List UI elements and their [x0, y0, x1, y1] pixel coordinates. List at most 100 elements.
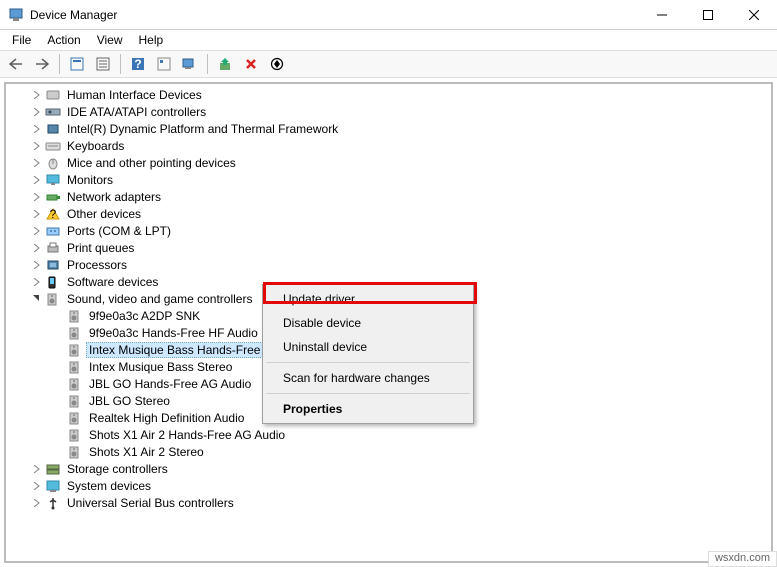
expand-icon[interactable]	[30, 499, 44, 507]
tree-category[interactable]: Mice and other pointing devices	[10, 154, 771, 171]
help-button[interactable]: ?	[126, 53, 150, 75]
cpu-icon	[44, 258, 62, 272]
tree-category[interactable]: Keyboards	[10, 137, 771, 154]
category-label: Storage controllers	[64, 461, 171, 477]
tree-category[interactable]: IDE ATA/ATAPI controllers	[10, 103, 771, 120]
tree-category[interactable]: Network adapters	[10, 188, 771, 205]
speaker-icon	[66, 309, 84, 323]
port-icon	[44, 224, 62, 238]
menu-action[interactable]: Action	[39, 31, 88, 49]
tree-category[interactable]: Processors	[10, 256, 771, 273]
speaker-icon	[66, 326, 84, 340]
menu-view[interactable]: View	[89, 31, 131, 49]
tree-device[interactable]: Shots X1 Air 2 Hands-Free AG Audio	[10, 426, 771, 443]
category-label: Universal Serial Bus controllers	[64, 495, 237, 511]
collapse-icon[interactable]	[30, 295, 44, 303]
tree-category[interactable]: Storage controllers	[10, 460, 771, 477]
storage-icon	[44, 462, 62, 476]
expand-icon[interactable]	[30, 244, 44, 252]
speaker-icon	[66, 394, 84, 408]
category-label: Ports (COM & LPT)	[64, 223, 174, 239]
ctx-properties[interactable]: Properties	[265, 397, 471, 421]
expand-icon[interactable]	[30, 125, 44, 133]
category-label: Software devices	[64, 274, 161, 290]
tree-category[interactable]: Ports (COM & LPT)	[10, 222, 771, 239]
tree-device[interactable]: Shots X1 Air 2 Stereo	[10, 443, 771, 460]
maximize-button[interactable]	[685, 0, 731, 30]
toolbar-separator	[59, 54, 60, 74]
category-label: Processors	[64, 257, 130, 273]
toolbar-separator	[120, 54, 121, 74]
menu-bar: File Action View Help	[0, 30, 777, 50]
ide-icon	[44, 105, 62, 119]
keyboard-icon	[44, 139, 62, 153]
window-controls	[639, 0, 777, 30]
category-label: Monitors	[64, 172, 116, 188]
speaker-icon	[44, 292, 62, 306]
forward-button[interactable]	[30, 53, 54, 75]
expand-icon[interactable]	[30, 159, 44, 167]
uninstall-button[interactable]	[239, 53, 263, 75]
context-menu: Update driver Disable device Uninstall d…	[262, 284, 474, 424]
toolbar: ?	[0, 50, 777, 78]
ctx-scan-hardware[interactable]: Scan for hardware changes	[265, 366, 471, 390]
ctx-separator	[266, 393, 470, 394]
svg-text:?: ?	[134, 57, 141, 71]
expand-icon[interactable]	[30, 210, 44, 218]
category-label: Print queues	[64, 240, 137, 256]
speaker-icon	[66, 377, 84, 391]
device-label: Shots X1 Air 2 Hands-Free AG Audio	[86, 427, 288, 443]
network-icon	[44, 190, 62, 204]
update-driver-button[interactable]	[213, 53, 237, 75]
close-button[interactable]	[731, 0, 777, 30]
category-label: Mice and other pointing devices	[64, 155, 239, 171]
expand-icon[interactable]	[30, 142, 44, 150]
minimize-button[interactable]	[639, 0, 685, 30]
device-label: JBL GO Stereo	[86, 393, 173, 409]
menu-help[interactable]: Help	[131, 31, 172, 49]
back-button[interactable]	[4, 53, 28, 75]
software-icon	[44, 275, 62, 289]
disable-button[interactable]	[265, 53, 289, 75]
tree-category[interactable]: ?Other devices	[10, 205, 771, 222]
scan-button[interactable]	[178, 53, 202, 75]
app-icon	[8, 7, 24, 23]
category-label: Keyboards	[64, 138, 127, 154]
tree-category[interactable]: Human Interface Devices	[10, 86, 771, 103]
speaker-icon	[66, 445, 84, 459]
other-icon: ?	[44, 207, 62, 221]
expand-icon[interactable]	[30, 278, 44, 286]
category-label: Network adapters	[64, 189, 164, 205]
title-bar: Device Manager	[0, 0, 777, 30]
tree-category[interactable]: Monitors	[10, 171, 771, 188]
usb-icon	[44, 496, 62, 510]
action-button[interactable]	[152, 53, 176, 75]
menu-file[interactable]: File	[4, 31, 39, 49]
properties-button[interactable]	[91, 53, 115, 75]
ctx-disable-device[interactable]: Disable device	[265, 311, 471, 335]
device-label: 9f9e0a3c A2DP SNK	[86, 308, 203, 324]
expand-icon[interactable]	[30, 227, 44, 235]
device-label: 9f9e0a3c Hands-Free HF Audio	[86, 325, 261, 341]
expand-icon[interactable]	[30, 465, 44, 473]
tree-category[interactable]: System devices	[10, 477, 771, 494]
expand-icon[interactable]	[30, 261, 44, 269]
tree-category[interactable]: Universal Serial Bus controllers	[10, 494, 771, 511]
expand-icon[interactable]	[30, 108, 44, 116]
ctx-uninstall-device[interactable]: Uninstall device	[265, 335, 471, 359]
expand-icon[interactable]	[30, 193, 44, 201]
category-label: Intel(R) Dynamic Platform and Thermal Fr…	[64, 121, 341, 137]
expand-icon[interactable]	[30, 176, 44, 184]
expand-icon[interactable]	[30, 91, 44, 99]
speaker-icon	[66, 343, 84, 357]
category-label: Other devices	[64, 206, 144, 222]
show-hidden-button[interactable]	[65, 53, 89, 75]
expand-icon[interactable]	[30, 482, 44, 490]
tree-category[interactable]: Print queues	[10, 239, 771, 256]
device-label: Realtek High Definition Audio	[86, 410, 247, 426]
category-label: System devices	[64, 478, 154, 494]
ctx-separator	[266, 362, 470, 363]
ctx-update-driver[interactable]: Update driver	[265, 287, 471, 311]
printer-icon	[44, 241, 62, 255]
tree-category[interactable]: Intel(R) Dynamic Platform and Thermal Fr…	[10, 120, 771, 137]
